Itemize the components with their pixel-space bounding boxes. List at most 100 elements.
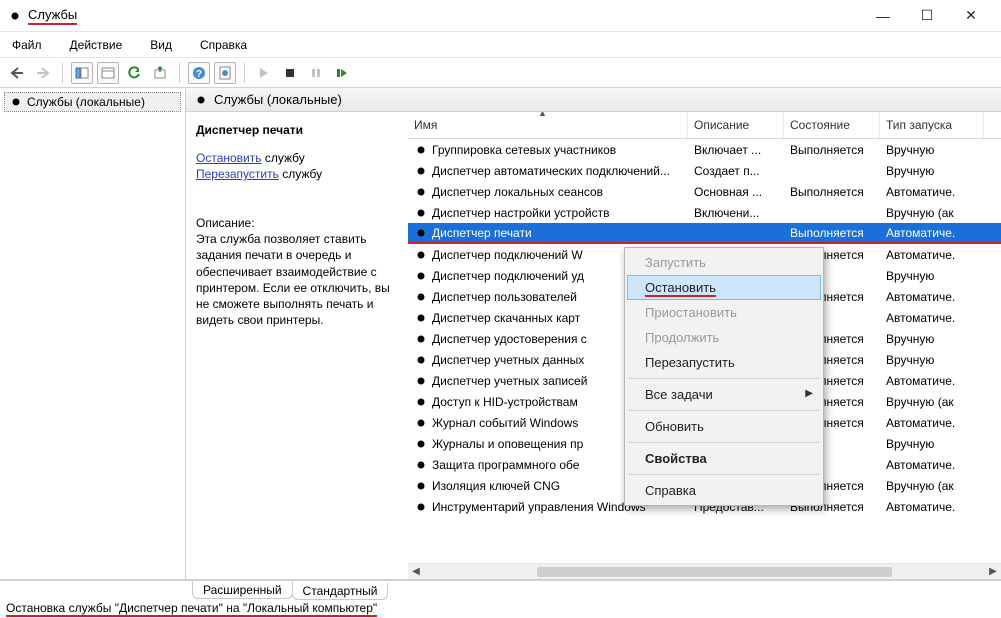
menu-item-help[interactable]: Справка	[627, 478, 821, 503]
submenu-arrow-icon: ▶	[805, 388, 813, 399]
gear-icon	[414, 269, 428, 283]
cell-start: Автоматиче.	[880, 290, 984, 304]
cell-start: Вручную (ак	[880, 395, 984, 409]
service-name: Диспетчер автоматических подключений...	[432, 164, 670, 178]
cell-desc: Включени...	[688, 206, 784, 220]
scrollbar-thumb[interactable]	[537, 567, 893, 577]
forward-button[interactable]	[32, 62, 54, 84]
cell-desc: Основная ...	[688, 185, 784, 199]
service-name: Диспетчер учетных данных	[432, 353, 584, 367]
menu-file[interactable]: Файл	[8, 36, 46, 54]
cell-start: Вручную	[880, 353, 984, 367]
service-name: Защита программного обе	[432, 458, 579, 472]
help-button[interactable]: ?	[188, 62, 210, 84]
menu-item-refresh[interactable]: Обновить	[627, 414, 821, 439]
cell-desc: Включает ...	[688, 143, 784, 157]
tree-pane: Службы (локальные)	[0, 88, 186, 579]
service-name: Диспетчер локальных сеансов	[432, 185, 603, 199]
close-button[interactable]: ✕	[949, 1, 993, 31]
cell-start: Автоматиче.	[880, 416, 984, 430]
refresh-button[interactable]	[123, 62, 145, 84]
gear-icon	[414, 395, 428, 409]
status-text: Остановка службы "Диспетчер печати" на "…	[6, 601, 377, 617]
column-startup[interactable]: Тип запуска	[880, 112, 984, 138]
service-name: Диспетчер подключений W	[432, 248, 583, 262]
description-text: Эта служба позволяет ставить задания печ…	[196, 231, 398, 328]
start-service-button[interactable]	[253, 62, 275, 84]
gear-icon	[414, 226, 428, 240]
maximize-button[interactable]: ☐	[905, 1, 949, 31]
gear-icon	[414, 416, 428, 430]
cell-start: Автоматиче.	[880, 500, 984, 514]
menu-item-stop[interactable]: Остановить	[627, 275, 821, 300]
menu-item-pause: Приостановить	[627, 300, 821, 325]
app-title: Службы	[28, 7, 77, 25]
menu-action[interactable]: Действие	[66, 36, 127, 54]
export-button[interactable]	[149, 62, 171, 84]
cell-start: Автоматиче.	[880, 226, 984, 240]
menu-view[interactable]: Вид	[146, 36, 176, 54]
gear-icon	[9, 95, 23, 109]
menu-item-properties[interactable]: Свойства	[627, 446, 821, 471]
restart-service-button[interactable]	[331, 62, 353, 84]
gear-icon	[414, 206, 428, 220]
service-name: Диспетчер пользователей	[432, 290, 577, 304]
gear-icon	[414, 353, 428, 367]
detail-pane: Диспетчер печати Остановить службу Перез…	[186, 112, 408, 579]
toolbar: ?	[0, 58, 1001, 88]
menu-item-resume: Продолжить	[627, 325, 821, 350]
gear-icon	[414, 437, 428, 451]
scroll-right-icon[interactable]: ▶	[985, 566, 1001, 577]
menu-help[interactable]: Справка	[196, 36, 251, 54]
cell-start: Вручную	[880, 164, 984, 178]
gear-icon	[414, 290, 428, 304]
menu-item-all-tasks[interactable]: Все задачи▶	[627, 382, 821, 407]
gear-icon	[414, 164, 428, 178]
cell-start: Автоматиче.	[880, 185, 984, 199]
minimize-button[interactable]: —	[861, 1, 905, 31]
service-row[interactable]: Диспетчер локальных сеансовОсновная ...В…	[408, 181, 1001, 202]
service-row[interactable]: Диспетчер автоматических подключений...С…	[408, 160, 1001, 181]
status-bar: Остановка службы "Диспетчер печати" на "…	[0, 600, 1001, 618]
tab-standard[interactable]: Стандартный	[292, 583, 389, 600]
menu-bar: Файл Действие Вид Справка	[0, 32, 1001, 58]
gear-icon	[414, 185, 428, 199]
cell-start: Вручную	[880, 437, 984, 451]
service-row[interactable]: Группировка сетевых участников Включает .…	[408, 139, 1001, 160]
content-header-label: Службы (локальные)	[214, 92, 342, 107]
cell-start: Вручную	[880, 332, 984, 346]
service-name: Диспетчер настройки устройств	[432, 206, 609, 220]
cell-state: Выполняется	[784, 143, 880, 157]
horizontal-scrollbar[interactable]: ◀ ▶	[408, 563, 1001, 579]
tab-extended[interactable]: Расширенный	[192, 581, 293, 599]
restart-service-link[interactable]: Перезапустить	[196, 167, 279, 181]
gear-icon	[414, 332, 428, 346]
help-topics-button[interactable]	[214, 62, 236, 84]
service-name: Диспетчер скачанных карт	[432, 311, 580, 325]
show-hide-tree-button[interactable]	[71, 62, 93, 84]
menu-item-restart[interactable]: Перезапустить	[627, 350, 821, 375]
service-row[interactable]: Диспетчер настройки устройств Включени...…	[408, 202, 1001, 223]
properties-button[interactable]	[97, 62, 119, 84]
service-name: Группировка сетевых участников	[432, 143, 616, 157]
column-name[interactable]: Имя	[408, 112, 688, 138]
gear-icon	[414, 143, 428, 157]
gear-icon	[414, 458, 428, 472]
column-state[interactable]: Состояние	[784, 112, 880, 138]
service-name: Изоляция ключей CNG	[432, 479, 560, 493]
stop-service-link[interactable]: Остановить	[196, 151, 262, 165]
service-name: Диспетчер подключений уд	[432, 269, 584, 283]
tree-item-services-local[interactable]: Службы (локальные)	[4, 92, 181, 112]
column-description[interactable]: Описание	[688, 112, 784, 138]
cell-start: Вручную	[880, 269, 984, 283]
sort-indicator-icon: ▲	[538, 112, 547, 118]
back-button[interactable]	[6, 62, 28, 84]
stop-service-button[interactable]	[279, 62, 301, 84]
pause-service-button[interactable]	[305, 62, 327, 84]
service-name: Доступ к HID-устройствам	[432, 395, 578, 409]
service-name: Диспетчер печати	[432, 226, 532, 240]
cell-start: Вручную	[880, 143, 984, 157]
cell-state: Выполняется	[784, 226, 880, 240]
service-row[interactable]: Диспетчер печати ВыполняетсяАвтоматиче.	[408, 223, 1001, 244]
scroll-left-icon[interactable]: ◀	[408, 566, 424, 577]
